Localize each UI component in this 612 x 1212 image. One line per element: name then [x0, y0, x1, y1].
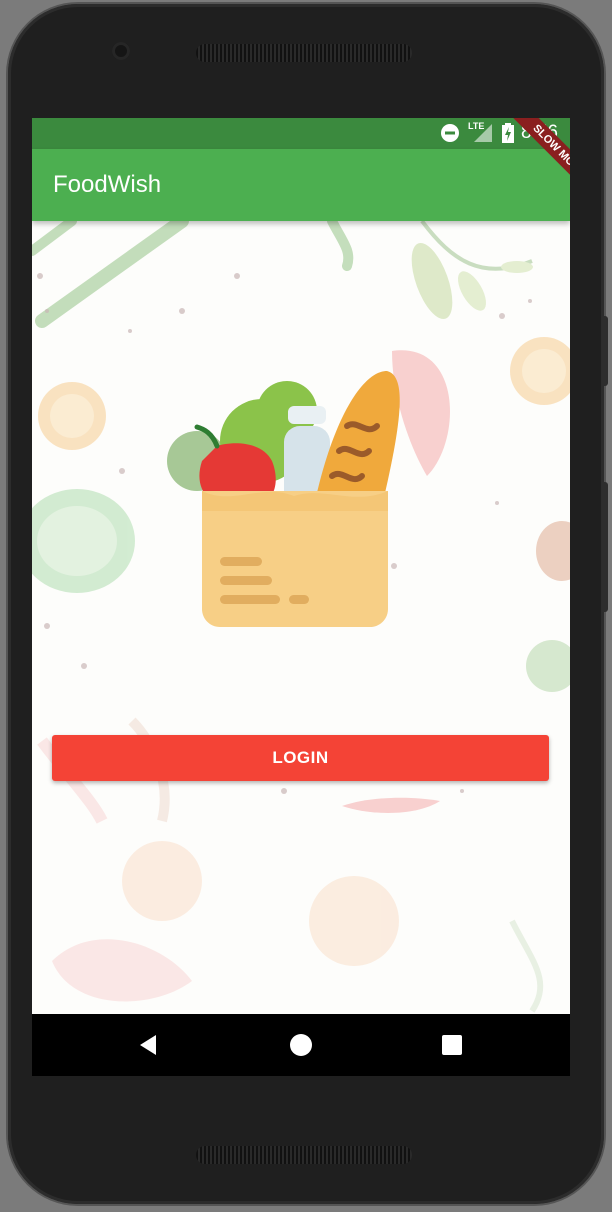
- bottom-speaker: [196, 1146, 412, 1164]
- screen: LTE 8:56 FoodWish SLOW MODE: [32, 118, 570, 1076]
- home-icon[interactable]: [284, 1028, 318, 1062]
- app-bar: FoodWish: [32, 149, 570, 221]
- login-button[interactable]: LOGIN: [52, 735, 549, 781]
- navigation-bar: [32, 1014, 570, 1076]
- grocery-bag-icon: [167, 371, 400, 627]
- debug-banner: SLOW MODE: [500, 118, 570, 190]
- do-not-disturb-icon: [441, 124, 459, 142]
- top-speaker: [196, 44, 412, 62]
- back-icon[interactable]: [132, 1028, 166, 1062]
- phone-frame: LTE 8:56 FoodWish SLOW MODE: [8, 4, 608, 1204]
- power-button[interactable]: [602, 316, 608, 386]
- front-camera: [112, 42, 130, 60]
- recents-icon[interactable]: [435, 1028, 469, 1062]
- volume-button[interactable]: [602, 482, 608, 612]
- app-title: FoodWish: [53, 171, 162, 198]
- signal-icon: [474, 124, 492, 142]
- status-bar: LTE 8:56: [32, 118, 570, 149]
- debug-banner-label: SLOW MODE: [506, 118, 570, 190]
- background-illustration: [32, 221, 570, 1013]
